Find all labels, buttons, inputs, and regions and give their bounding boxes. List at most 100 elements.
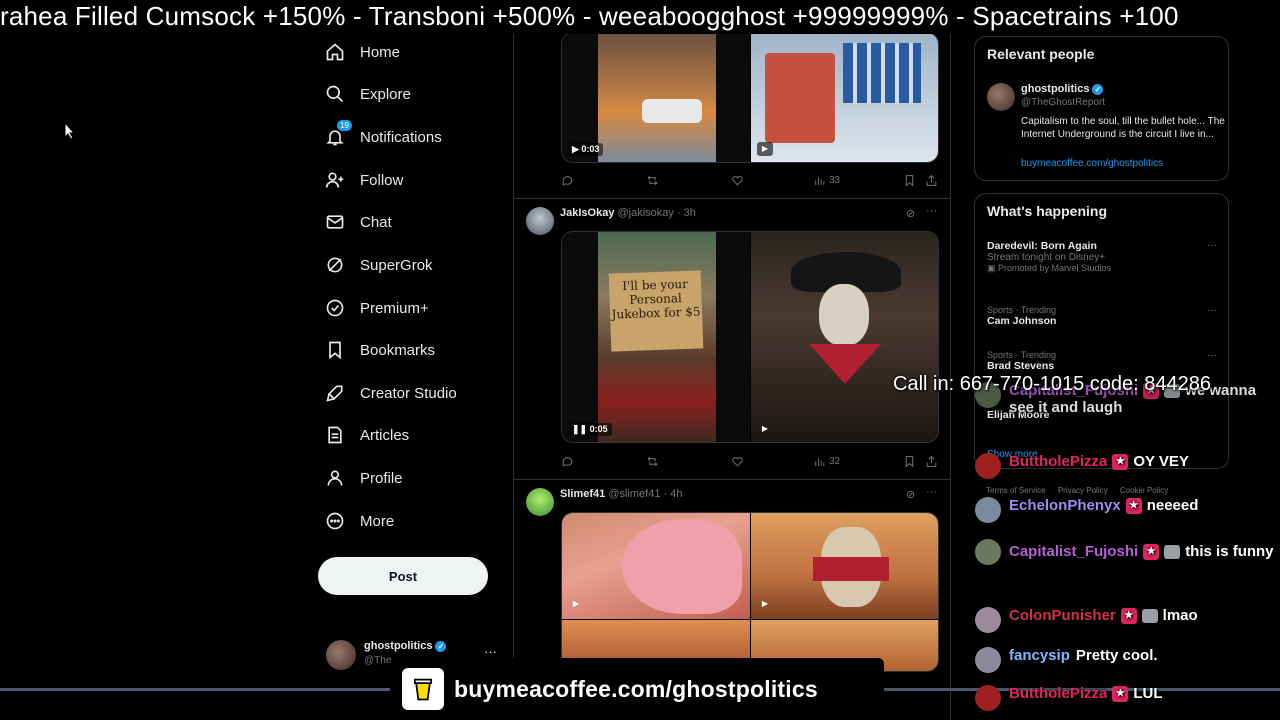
repost-button[interactable] [646, 174, 659, 187]
chat-avatar [975, 607, 1001, 633]
repost-button[interactable] [646, 455, 659, 468]
tweet-media-grid[interactable]: I'll be your Personal Jukebox for $5 ❚❚ … [561, 231, 939, 443]
trend-item[interactable]: Sports · Trending Cam Johnson ··· [987, 305, 1223, 327]
sidebar-item-articles[interactable]: Articles [324, 418, 409, 452]
person-icon [324, 467, 346, 489]
more-circle-icon [324, 510, 346, 532]
rocket-icon [324, 382, 346, 404]
subscriber-badge-icon: ★ [1112, 686, 1129, 703]
share-button[interactable] [925, 455, 938, 468]
avatar[interactable] [526, 488, 554, 516]
timeline-feed[interactable]: ▶ 0:03 ▶ 33 JakIsOkay @jakisokay · 3h ⊘ … [513, 34, 951, 720]
media-thumbnail[interactable]: ▶ [751, 34, 938, 162]
tweet-author-meta: @jakisokay · 3h [617, 207, 696, 219]
sidebar-item-label: Notifications [360, 128, 442, 146]
sidebar-item-explore[interactable]: Explore [324, 77, 411, 111]
tweet-media-grid[interactable]: ▶ ▶ [561, 512, 939, 672]
bandana-shape [813, 557, 889, 581]
subscriber-badge-icon: ★ [1143, 544, 1160, 561]
account-more-icon[interactable]: ··· [484, 644, 497, 659]
view-count: 32 [829, 456, 841, 467]
sidebar-item-more[interactable]: More [324, 504, 394, 538]
like-button[interactable] [731, 174, 744, 187]
pig-character-shape [622, 519, 742, 614]
chat-message: ColonPunisher ★ lmao [975, 607, 1275, 633]
repost-icon [647, 456, 658, 467]
tweet-more-icon[interactable]: ··· [926, 486, 937, 498]
chat-text: OY VEY [1133, 453, 1189, 470]
sidebar-item-chat[interactable]: Chat [324, 205, 392, 239]
post-button[interactable]: Post [318, 557, 488, 595]
sidebar-item-premium[interactable]: Premium+ [324, 291, 429, 325]
chat-message: ButtholePizza ★ OY VEY [975, 453, 1275, 479]
play-icon: ▶ [761, 424, 769, 433]
bookmark-icon [324, 339, 346, 361]
footer-link-privacy[interactable]: Privacy Policy [1058, 486, 1108, 495]
trend-title: Daredevil: Born Again [987, 240, 1097, 252]
chat-message: fancysip Pretty cool. [975, 647, 1275, 673]
sidebar-item-notifications[interactable]: 19 Notifications [324, 120, 442, 154]
avatar[interactable] [987, 83, 1015, 111]
tweet-media-grid[interactable]: ▶ 0:03 ▶ [561, 34, 939, 163]
relevant-person-name[interactable]: ghostpolitics [1021, 83, 1089, 95]
chat-text: Pretty cool. [1075, 647, 1158, 664]
trend-context: Sports · Trending [987, 305, 1057, 315]
tweet-author-name[interactable]: JakIsOkay [560, 207, 614, 219]
trend-promoted-text: Promoted by Marvel Studios [998, 263, 1112, 273]
grok-icon[interactable]: ⊘ [906, 207, 915, 220]
media-thumbnail[interactable]: ▶ [751, 232, 938, 442]
sidebar-item-bookmarks[interactable]: Bookmarks [324, 333, 435, 367]
relevant-person-name-row[interactable]: ghostpolitics ✓ [1021, 83, 1104, 95]
video-duration: ❚❚ 0:05 [568, 423, 612, 436]
views-button[interactable]: 33 [813, 174, 840, 187]
search-icon [324, 83, 346, 105]
play-icon: ▶ [572, 599, 580, 608]
bookmark-button[interactable] [903, 455, 916, 468]
reply-icon [562, 176, 573, 186]
trend-more-icon[interactable]: ··· [1207, 350, 1217, 361]
tweet-header: Slimef41 @slimef41 · 4h [560, 488, 682, 500]
media-thumbnail[interactable]: I'll be your Personal Jukebox for $5 ❚❚ … [562, 232, 750, 442]
tweet-author-name[interactable]: Slimef41 [560, 488, 605, 500]
like-button[interactable] [731, 455, 744, 468]
home-icon [324, 41, 346, 63]
tweet[interactable]: JakIsOkay @jakisokay · 3h ⊘ ··· I'll be … [514, 199, 950, 480]
verified-badge-icon: ✓ [1092, 83, 1104, 95]
account-handle: @The [364, 655, 392, 666]
sidebar-item-supergrok[interactable]: SuperGrok [324, 248, 433, 282]
sidebar-item-label: Follow [360, 171, 404, 189]
grok-icon[interactable]: ⊘ [906, 488, 915, 501]
sidebar-item-home[interactable]: Home [324, 35, 400, 69]
tweet-more-icon[interactable]: ··· [926, 205, 937, 217]
chat-message-body: ButtholePizza ★ OY VEY [1009, 453, 1189, 471]
notification-count-badge: 19 [337, 120, 352, 131]
toy-house-shape [765, 53, 835, 143]
sidebar-item-profile[interactable]: Profile [324, 461, 403, 495]
tweet[interactable]: ▶ 0:03 ▶ 33 [514, 34, 950, 199]
chat-message-body: ButtholePizza ★ LUL [1009, 685, 1163, 703]
trend-more-icon[interactable]: ··· [1207, 240, 1217, 251]
media-thumbnail[interactable]: ▶ 0:03 [562, 34, 750, 162]
reply-button[interactable] [561, 174, 574, 187]
footer-link-cookies[interactable]: Cookie Policy [1120, 486, 1168, 495]
sidebar-item-follow[interactable]: Follow [324, 163, 403, 197]
footer-link-terms[interactable]: Terms of Service [986, 486, 1046, 495]
media-thumbnail[interactable]: ▶ [751, 513, 938, 619]
views-button[interactable]: 32 [813, 455, 840, 468]
gift-badge-icon [1164, 545, 1181, 560]
chat-username: fancysip [1009, 647, 1070, 664]
subscriber-badge-icon: ★ [1125, 498, 1142, 515]
reply-button[interactable] [561, 455, 574, 468]
share-button[interactable] [925, 174, 938, 187]
trend-more-icon[interactable]: ··· [1207, 305, 1217, 316]
media-thumbnail[interactable]: ▶ [562, 513, 750, 619]
views-chart-icon [815, 177, 825, 185]
avatar[interactable] [526, 207, 554, 235]
skull-shape [819, 284, 869, 346]
sidebar-item-label: Explore [360, 85, 411, 103]
trend-item[interactable]: Sports · Trending Brad Stevens ··· [987, 350, 1223, 372]
sidebar-item-creator-studio[interactable]: Creator Studio [324, 376, 457, 410]
relevant-person-link[interactable]: buymeacoffee.com/ghostpolitics [1021, 158, 1163, 169]
bookmark-button[interactable] [903, 174, 916, 187]
trend-item[interactable]: Daredevil: Born Again Stream tonight on … [987, 240, 1223, 274]
